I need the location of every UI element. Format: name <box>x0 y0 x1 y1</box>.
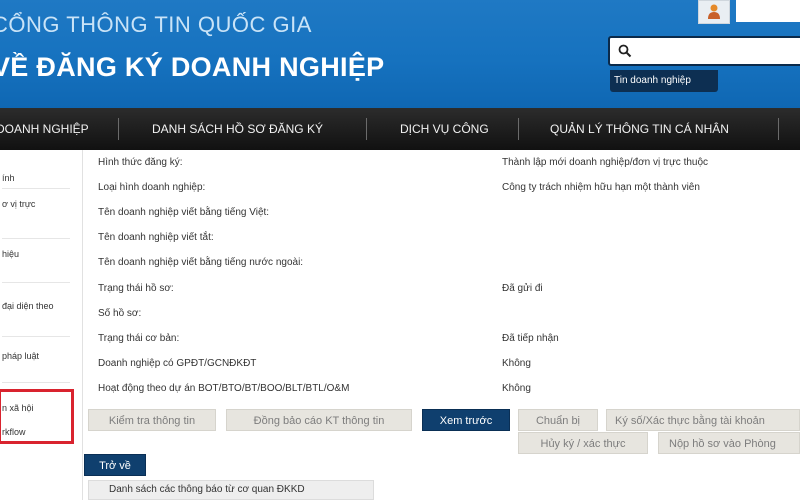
detail-row: Tên doanh nghiệp viết bằng tiếng Việt: <box>92 200 800 225</box>
detail-row: Trạng thái cơ bản: Đã tiếp nhận <box>92 326 800 351</box>
detail-row: Tên doanh nghiệp viết tắt: <box>92 225 800 250</box>
detail-row: Số hồ sơ: <box>92 301 800 326</box>
search-tab-business-news[interactable]: Tin doanh nghiệp <box>610 70 718 92</box>
sidebar-divider <box>2 282 70 283</box>
portal-title-line2: VỀ ĐĂNG KÝ DOANH NGHIỆP <box>0 52 385 82</box>
nav-item-public-services[interactable]: DỊCH VỤ CÔNG <box>400 108 489 150</box>
check-info-button[interactable]: Kiểm tra thông tin <box>88 409 216 431</box>
search-input[interactable] <box>636 42 800 62</box>
sidebar-item[interactable]: ính <box>0 172 72 184</box>
detail-label: Doanh nghiệp có GPĐT/GCNĐKĐT <box>98 358 257 369</box>
detail-row: Trạng thái hồ sơ: Đã gửi đi <box>92 276 800 301</box>
sidebar-item[interactable]: hiệu <box>0 248 72 260</box>
detail-label: Số hồ sơ: <box>98 308 142 319</box>
detail-label: Trạng thái hồ sơ: <box>98 283 174 294</box>
detail-row: Hoạt động theo dự án BOT/BTO/BT/BOO/BLT/… <box>92 376 800 401</box>
detail-row: Loại hình doanh nghiệp: Công ty trách nh… <box>92 175 800 200</box>
sidebar-divider <box>2 188 70 189</box>
nav-divider <box>118 118 119 140</box>
sidebar-item[interactable]: pháp luật <box>0 350 72 362</box>
submit-to-office-button[interactable]: Nộp hồ sơ vào Phòng <box>658 432 800 454</box>
search-box[interactable] <box>608 36 800 66</box>
detail-value: Công ty trách nhiệm hữu hạn một thành vi… <box>502 182 700 193</box>
nav-item-registration-list[interactable]: DANH SÁCH HỒ SƠ ĐĂNG KÝ <box>152 108 323 150</box>
detail-row: Doanh nghiệp có GPĐT/GCNĐKĐT Không <box>92 351 800 376</box>
search-icon <box>618 44 632 58</box>
sign-verify-button[interactable]: Ký số/Xác thực bằng tài khoản <box>606 409 800 431</box>
detail-row: Tên doanh nghiệp viết bằng tiếng nước ng… <box>92 250 800 275</box>
prepare-button[interactable]: Chuẩn bị <box>518 409 598 431</box>
sidebar-item[interactable]: ơ vị trực <box>0 198 72 210</box>
detail-label: Trạng thái cơ bản: <box>98 333 180 344</box>
nav-item-business[interactable]: DOANH NGHIỆP <box>0 108 89 150</box>
sync-report-button[interactable]: Đồng bảo cáo KT thông tin <box>226 409 412 431</box>
user-avatar-button[interactable] <box>698 0 730 24</box>
detail-value: Đã gửi đi <box>502 283 543 294</box>
red-highlight-box <box>0 389 74 444</box>
detail-value: Đã tiếp nhận <box>502 333 559 344</box>
account-field[interactable] <box>736 0 800 22</box>
detail-label: Loại hình doanh nghiệp: <box>98 182 206 193</box>
preview-button[interactable]: Xem trước <box>422 409 510 431</box>
detail-label: Tên doanh nghiệp viết bằng tiếng Việt: <box>98 207 270 218</box>
back-button[interactable]: Trở về <box>84 454 146 476</box>
sidebar-item[interactable]: đại diện theo <box>0 300 72 312</box>
detail-label: Tên doanh nghiệp viết bằng tiếng nước ng… <box>98 257 304 268</box>
detail-value: Không <box>502 383 531 394</box>
user-icon <box>708 4 720 19</box>
nav-divider <box>778 118 779 140</box>
main-nav: DOANH NGHIỆP DANH SÁCH HỒ SƠ ĐĂNG KÝ DỊC… <box>0 108 800 150</box>
sidebar: ính ơ vị trực hiệu đại diện theo pháp lu… <box>0 150 83 500</box>
notice-list-header[interactable]: Danh sách các thông báo từ cơ quan ĐKKD <box>88 480 374 500</box>
detail-label: Hình thức đăng ký: <box>98 157 183 168</box>
detail-value: Không <box>502 358 531 369</box>
portal-title-line1: CỔNG THÔNG TIN QUỐC GIA <box>0 12 312 37</box>
detail-row: Hình thức đăng ký: Thành lập mới doanh n… <box>92 150 800 175</box>
nav-divider <box>366 118 367 140</box>
detail-value: Thành lập mới doanh nghiệp/đơn vị trực t… <box>502 157 709 168</box>
sidebar-divider <box>2 382 70 383</box>
site-header: CỔNG THÔNG TIN QUỐC GIA VỀ ĐĂNG KÝ DOANH… <box>0 0 800 108</box>
detail-label: Tên doanh nghiệp viết tắt: <box>98 232 214 243</box>
nav-item-personal-info[interactable]: QUẢN LÝ THÔNG TIN CÁ NHÂN <box>550 108 729 150</box>
nav-divider <box>518 118 519 140</box>
sidebar-divider <box>2 238 70 239</box>
detail-label: Hoạt động theo dự án BOT/BTO/BT/BOO/BLT/… <box>98 383 350 394</box>
sidebar-divider <box>2 336 70 337</box>
cancel-sign-button[interactable]: Hủy ký / xác thực <box>518 432 648 454</box>
